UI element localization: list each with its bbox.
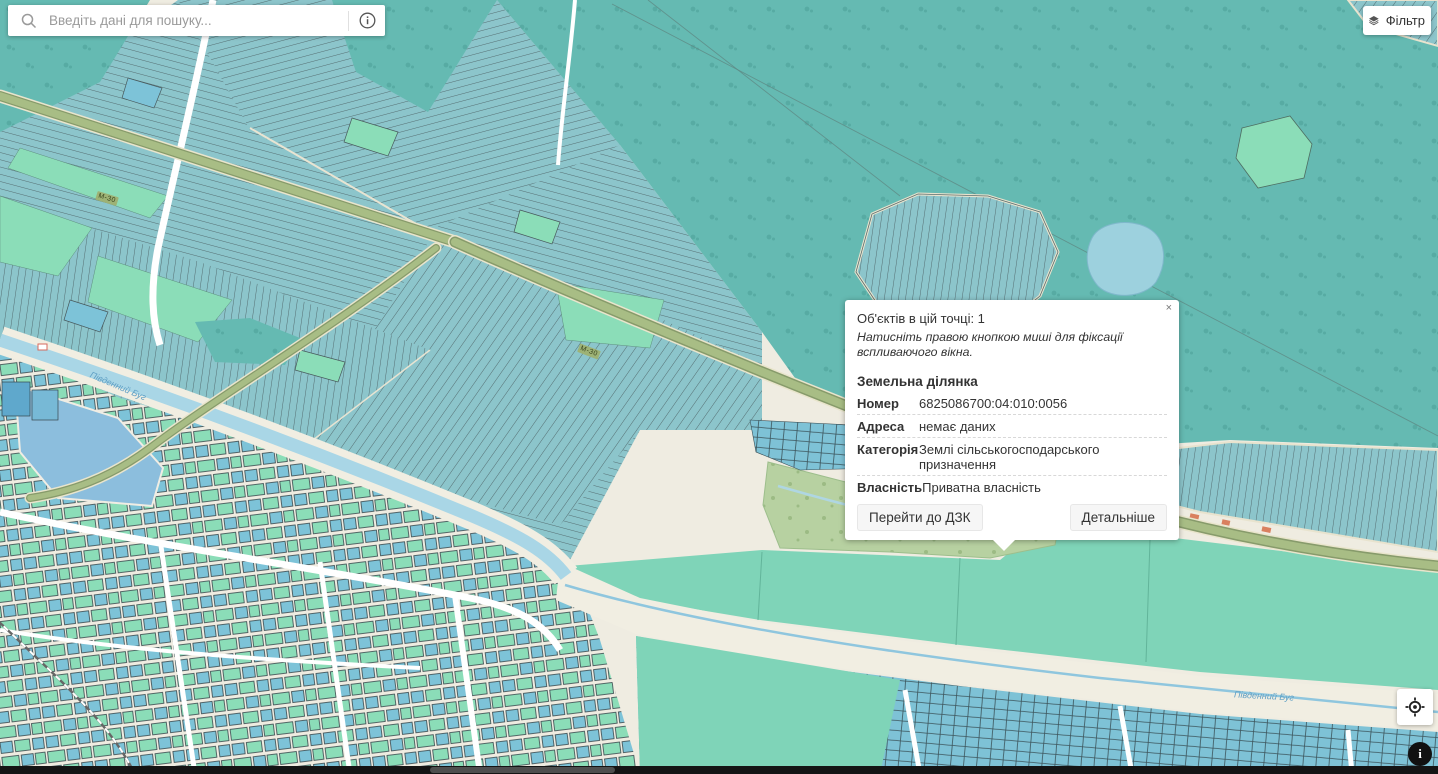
search-bar (8, 5, 385, 36)
popup-section-title: Земельна ділянка (857, 373, 1167, 390)
search-input[interactable] (47, 12, 348, 29)
search-info-button[interactable] (348, 11, 385, 31)
map-canvas[interactable]: М-30 М-30 Південний Буг Південний Буг (0, 0, 1438, 774)
search-icon (21, 13, 37, 29)
popup-field-row: Адреса немає даних (857, 415, 1167, 438)
popup-close-icon[interactable]: × (1166, 302, 1172, 314)
crosshair-icon (1405, 697, 1425, 717)
locate-button[interactable] (1397, 689, 1433, 725)
popup-field-row: Власність Приватна власність (857, 476, 1167, 498)
popup-field-value: Землі сільськогосподарського призначення (919, 442, 1167, 472)
popup-field-value: 6825086700:04:010:0056 (919, 396, 1167, 411)
scrollbar-thumb[interactable] (430, 767, 615, 773)
map-svg[interactable] (0, 0, 1438, 774)
info-icon: i (1418, 746, 1422, 762)
popup-field-label: Номер (857, 396, 919, 411)
info-circle-icon (359, 12, 376, 29)
layers-icon (1369, 14, 1379, 27)
popup-objects-count: Об'єктів в цій точці: 1 (857, 311, 1167, 327)
info-button[interactable]: i (1408, 742, 1432, 766)
filter-button[interactable]: Фільтр (1363, 6, 1431, 35)
details-button[interactable]: Детальніше (1070, 504, 1167, 531)
bottom-scrollbar (0, 766, 1438, 774)
popup-field-value: Приватна власність (922, 480, 1167, 495)
popup-hint: Натисніть правою кнопкою миші для фіксац… (857, 330, 1167, 360)
popup-field-label: Власність (857, 480, 922, 495)
popup-field-row: Категорія Землі сільськогосподарського п… (857, 438, 1167, 476)
popup-field-row: Номер 6825086700:04:010:0056 (857, 392, 1167, 415)
info-popup: × Об'єктів в цій точці: 1 Натисніть прав… (845, 300, 1179, 540)
popup-pointer (993, 540, 1015, 551)
filter-label: Фільтр (1386, 13, 1425, 28)
goto-dzk-button[interactable]: Перейти до ДЗК (857, 504, 983, 531)
popup-field-label: Категорія (857, 442, 919, 472)
popup-field-value: немає даних (919, 419, 1167, 434)
popup-field-label: Адреса (857, 419, 919, 434)
